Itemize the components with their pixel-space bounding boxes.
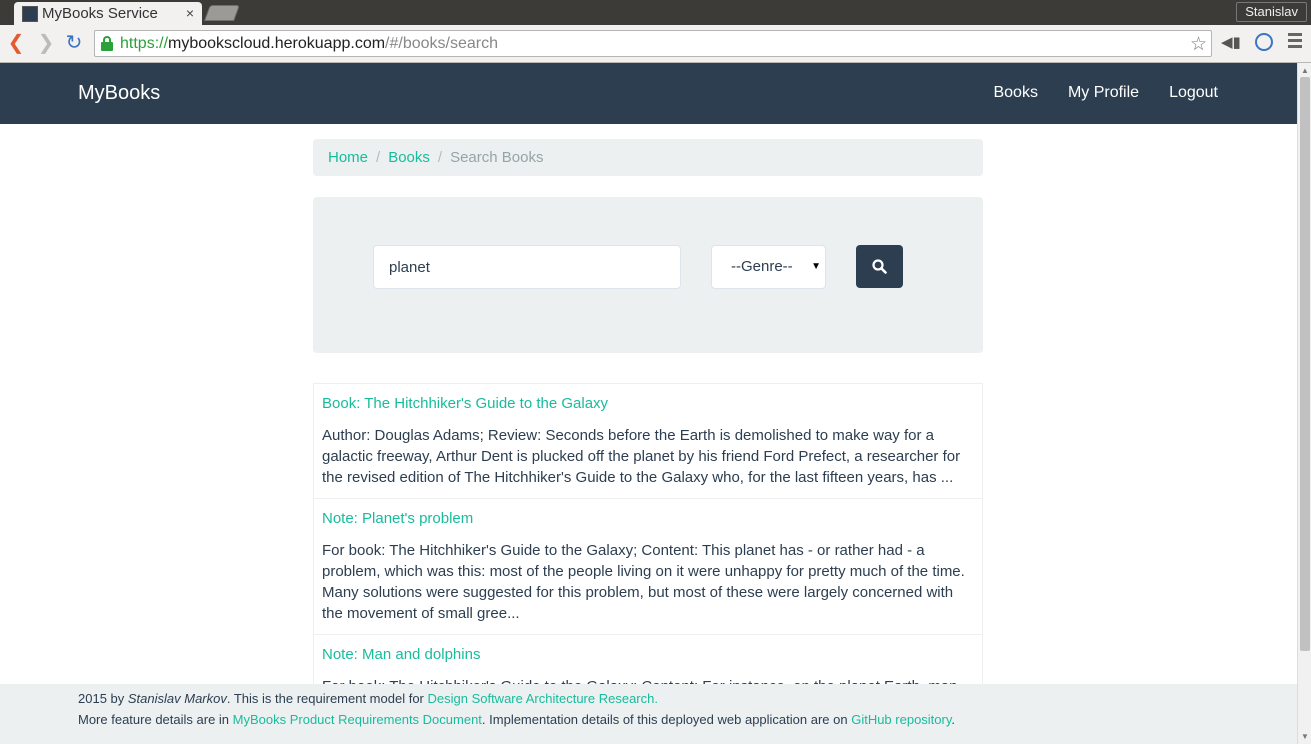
nav-my-profile-link[interactable]: My Profile	[1068, 84, 1139, 102]
back-icon[interactable]: ❮	[4, 31, 28, 55]
breadcrumb-current: Search Books	[450, 149, 544, 166]
scroll-down-icon[interactable]: ▼	[1301, 732, 1309, 741]
result-title-link[interactable]: Book: The Hitchhiker's Guide to the Gala…	[322, 395, 974, 412]
profile-badge[interactable]: Stanislav	[1236, 2, 1307, 22]
url-text[interactable]: https://mybookscloud.herokuapp.com/#/boo…	[120, 35, 498, 53]
browser-tab-bar: MyBooks Service × Stanislav	[0, 0, 1311, 25]
menu-icon[interactable]	[1288, 33, 1302, 51]
tab-title: MyBooks Service	[42, 5, 158, 22]
page-scrollbar[interactable]: ▲ ▼	[1297, 63, 1311, 744]
search-button[interactable]	[856, 245, 903, 288]
footer-research-link[interactable]: Design Software Architecture Research.	[427, 691, 658, 706]
result-description: For book: The Hitchhiker's Guide to the …	[322, 542, 965, 622]
search-panel: --Genre-- ▼	[313, 197, 983, 353]
web-page: MyBooks Books My Profile Logout Home / Boo…	[0, 63, 1297, 744]
breadcrumb-separator: /	[437, 149, 443, 166]
nav-links: Books My Profile Logout	[993, 84, 1218, 102]
address-bar[interactable]: https://mybookscloud.herokuapp.com/#/boo…	[94, 30, 1212, 57]
new-tab-button[interactable]	[204, 5, 240, 21]
favicon-icon	[22, 6, 38, 22]
forward-icon[interactable]: ❯	[34, 31, 58, 55]
result-description: Author: Douglas Adams; Review: Seconds b…	[322, 427, 961, 486]
breadcrumb-home[interactable]: Home	[328, 149, 368, 166]
scrollbar-thumb[interactable]	[1300, 77, 1310, 651]
star-icon[interactable]: ☆	[1190, 33, 1207, 56]
scroll-up-icon[interactable]: ▲	[1301, 66, 1309, 75]
chevron-down-icon: ▼	[811, 261, 821, 272]
lock-icon	[101, 36, 113, 51]
breadcrumb-separator: /	[376, 149, 381, 166]
search-input[interactable]	[373, 245, 681, 289]
search-icon	[872, 259, 887, 274]
nav-books-link[interactable]: Books	[993, 84, 1037, 102]
breadcrumb-books[interactable]: Books	[388, 149, 430, 166]
genre-select[interactable]: --Genre-- ▼	[711, 245, 826, 289]
reload-icon[interactable]: ↻	[62, 31, 86, 55]
result-title-link[interactable]: Note: Planet's problem	[322, 510, 974, 527]
footer-requirements-link[interactable]: MyBooks Product Requirements Document	[233, 712, 482, 727]
site-footer: 2015 by Stanislav Markov. This is the re…	[0, 684, 1297, 744]
footer-github-link[interactable]: GitHub repository	[851, 712, 951, 727]
list-item: Note: Planet's problem For book: The Hit…	[313, 498, 983, 634]
nav-logout-link[interactable]: Logout	[1169, 84, 1218, 102]
browser-tab[interactable]: MyBooks Service ×	[14, 2, 202, 25]
extension-speaker-icon[interactable]: ◀▮	[1221, 33, 1241, 51]
brand-link[interactable]: MyBooks	[78, 82, 160, 105]
extension-phone-icon[interactable]	[1255, 33, 1273, 51]
footer-author: Stanislav Markov	[127, 691, 227, 706]
result-title-link[interactable]: Note: Man and dolphins	[322, 646, 974, 663]
footer-line-1: 2015 by Stanislav Markov. This is the re…	[78, 691, 658, 706]
tab-close-icon[interactable]: ×	[186, 5, 194, 21]
site-navbar: MyBooks Books My Profile Logout	[0, 63, 1297, 124]
browser-toolbar: ❮ ❯ ↻ https://mybookscloud.herokuapp.com…	[0, 25, 1311, 63]
list-item: Book: The Hitchhiker's Guide to the Gala…	[313, 383, 983, 498]
footer-line-2: More feature details are in MyBooks Prod…	[78, 712, 956, 727]
genre-selected-value: --Genre--	[731, 258, 793, 275]
search-results-list: Book: The Hitchhiker's Guide to the Gala…	[313, 383, 983, 707]
breadcrumb: Home / Books / Search Books	[313, 139, 983, 176]
